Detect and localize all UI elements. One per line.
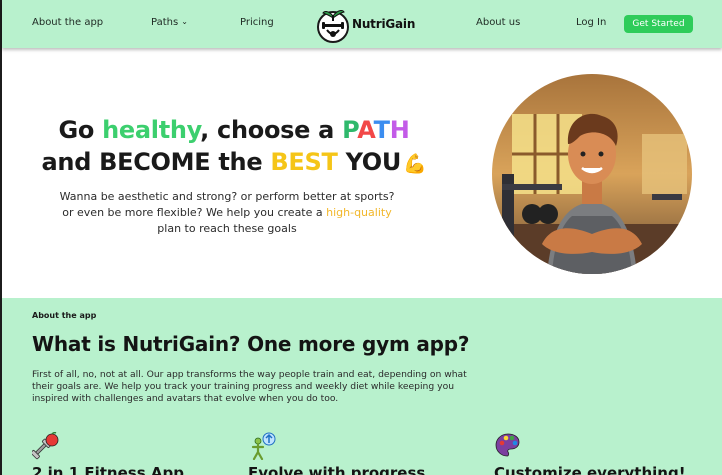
about-title: What is NutriGain? One more gym app? — [32, 332, 470, 356]
hero-title-path-letter: H — [389, 116, 410, 144]
feature-title: 2 in 1 Fitness App — [32, 464, 184, 475]
nav-paths-dropdown[interactable]: Paths ⌄ — [151, 17, 188, 28]
hero-title-best: BEST — [270, 148, 338, 176]
hero-title-path-letter: P — [342, 116, 358, 144]
navbar: About the app Paths ⌄ Pricing NutriGain A… — [2, 0, 722, 48]
nav-pricing-link[interactable]: Pricing — [240, 17, 274, 28]
about-section-tag: About the app — [32, 311, 97, 320]
logo-text: NutriGain — [352, 17, 416, 31]
nutrigain-logo[interactable]: NutriGain — [316, 4, 416, 44]
nav-login-link[interactable]: Log In — [576, 17, 606, 28]
nav-about-us-link[interactable]: About us — [476, 17, 520, 28]
palette-icon — [495, 433, 520, 457]
hero-title-path-letter: T — [373, 116, 390, 144]
person-arrow-up-icon — [251, 432, 276, 460]
hero-description-highlight: high-quality — [326, 206, 392, 219]
about-section: About the app What is NutriGain? One mor… — [2, 298, 722, 475]
hero-title-become: and BECOME the — [41, 148, 271, 176]
flexed-bicep-icon: 💪 — [403, 153, 427, 175]
hero-description-end: plan to reach these goals — [157, 222, 297, 235]
hero-title-choose: , choose a — [200, 116, 343, 144]
hero-title-healthy: healthy — [102, 116, 201, 144]
hero-title: Go healthy, choose a PATH and BECOME the… — [16, 114, 452, 180]
hero-title-you: YOU — [337, 148, 402, 176]
hero-section: Go healthy, choose a PATH and BECOME the… — [2, 48, 722, 298]
hero-title-go: Go — [58, 116, 103, 144]
feature-title: Customize everything! — [494, 464, 686, 475]
chevron-down-icon: ⌄ — [181, 17, 188, 26]
dumbbell-apple-icon — [32, 432, 59, 460]
get-started-button[interactable]: Get Started — [624, 15, 693, 33]
logo-sprout-icon — [317, 10, 349, 43]
about-description: First of all, no, not at all. Our app tr… — [32, 369, 467, 404]
nav-about-app-link[interactable]: About the app — [32, 17, 103, 28]
hero-description: Wanna be aesthetic and strong? or perfor… — [57, 189, 397, 237]
feature-title: Evolve with progress — [248, 464, 426, 475]
nav-paths-label: Paths — [151, 17, 179, 28]
hero-avatar-image — [492, 74, 692, 274]
hero-title-path-letter: A — [357, 116, 374, 144]
gym-avatar-illustration — [492, 74, 692, 274]
